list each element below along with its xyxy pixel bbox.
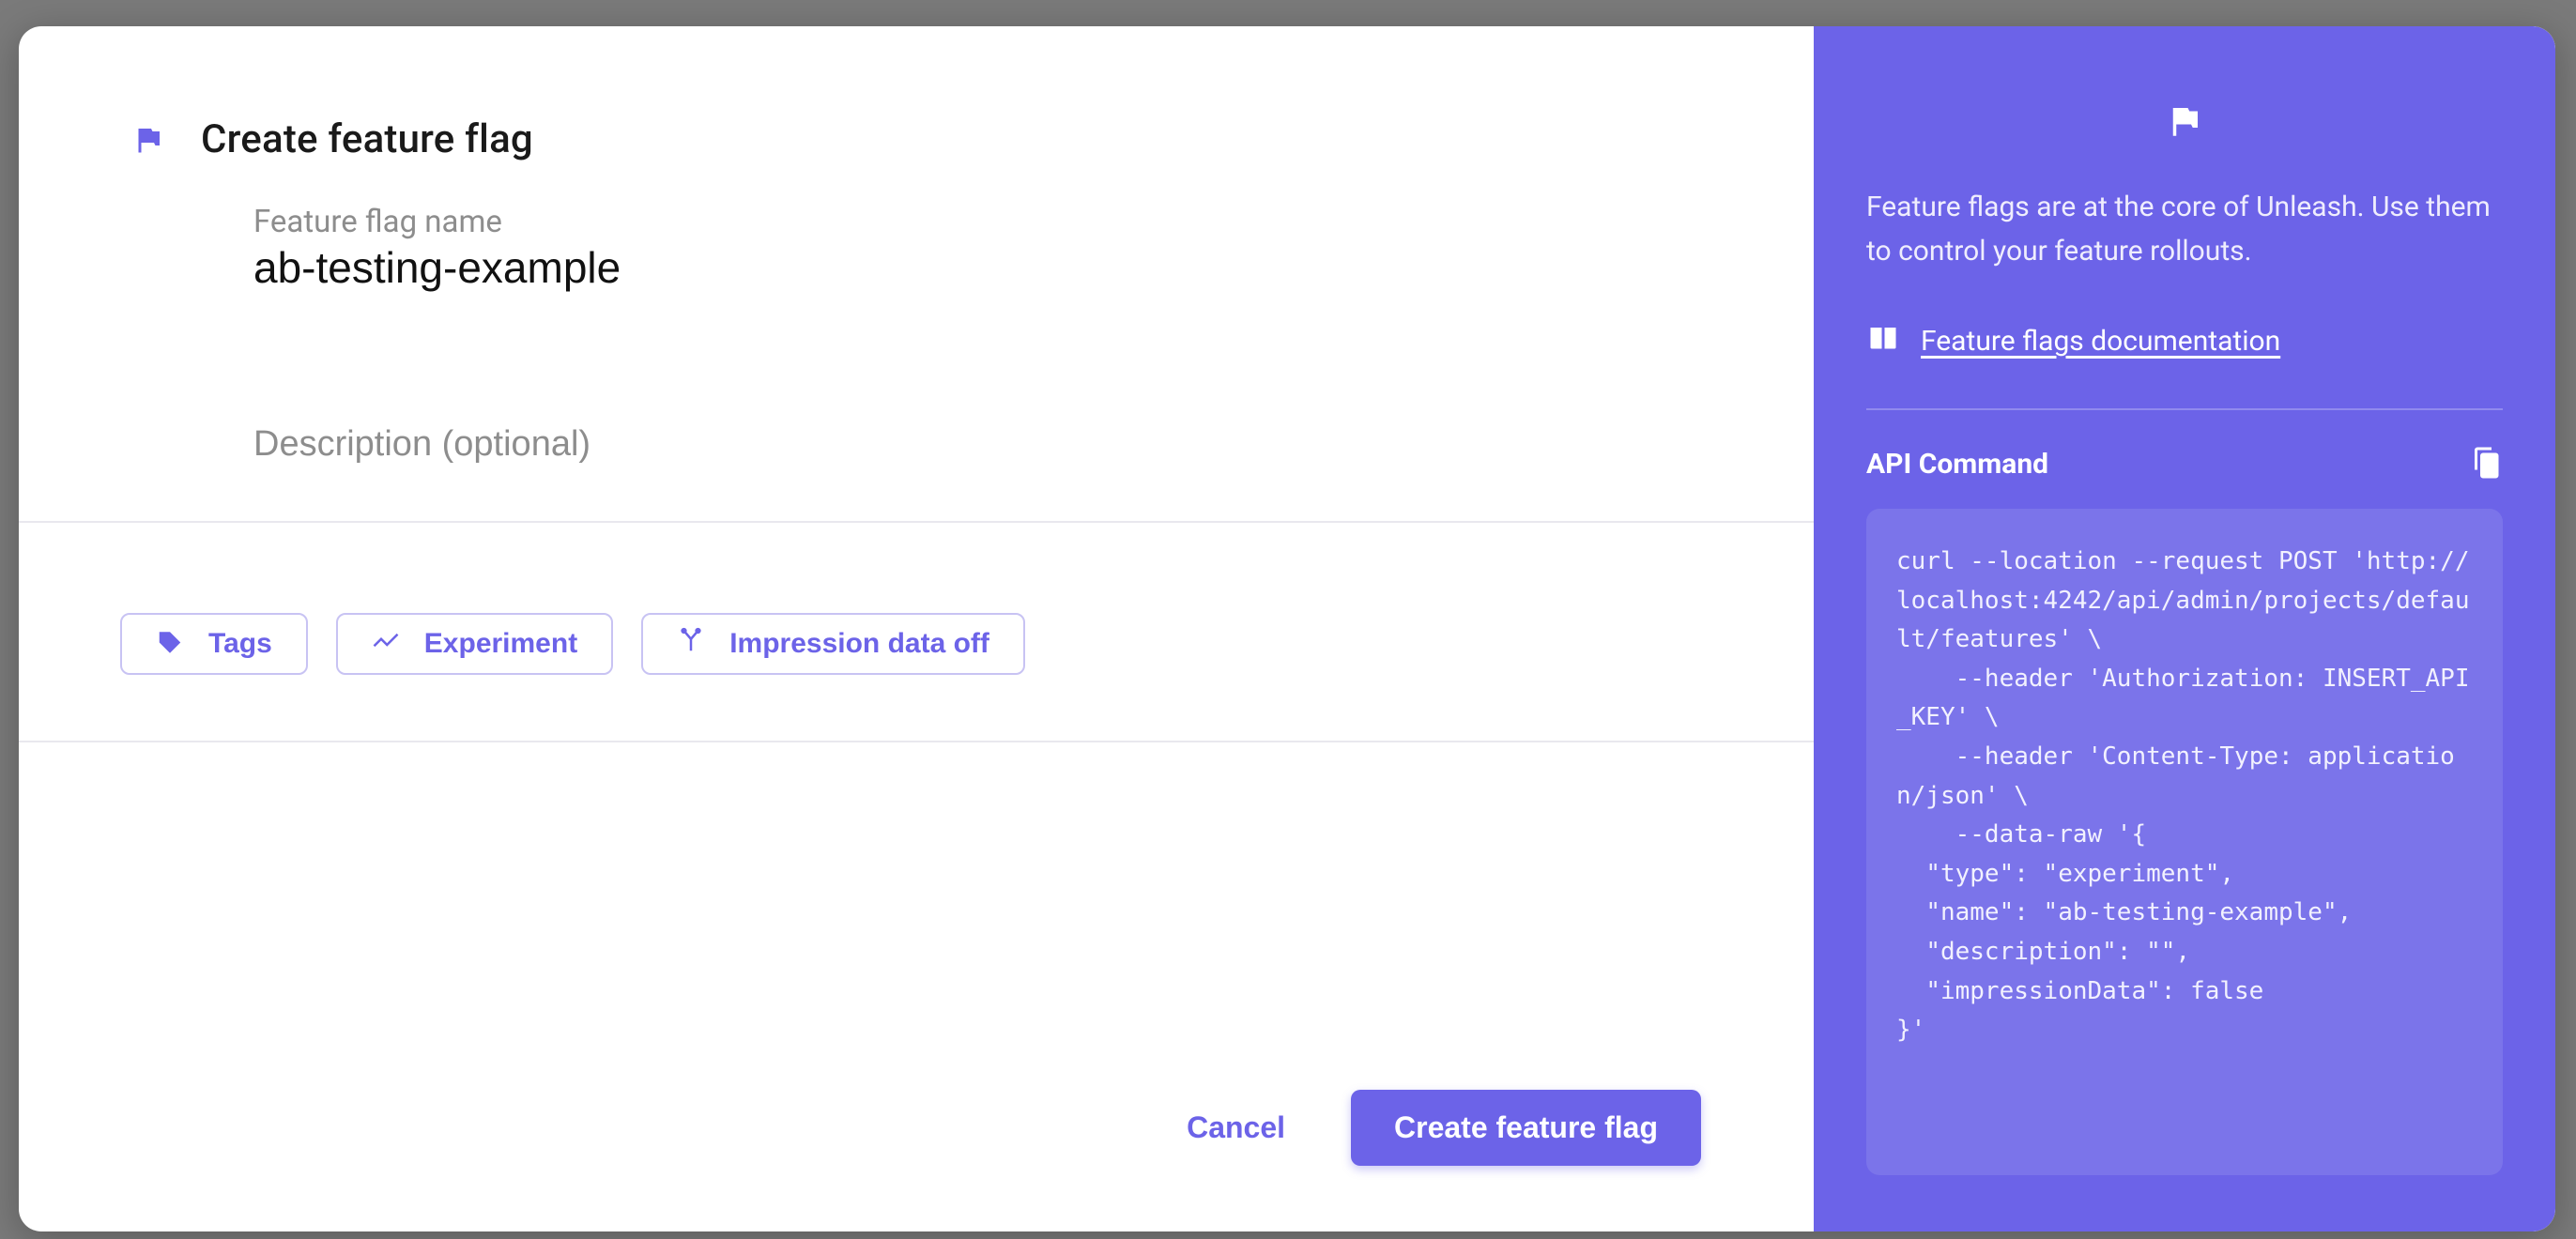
copy-api-command-button[interactable] <box>2469 446 2503 482</box>
doc-link-row: Feature flags documentation <box>1866 322 2503 359</box>
create-feature-flag-button[interactable]: Create feature flag <box>1351 1090 1701 1166</box>
type-chip[interactable]: Experiment <box>336 613 613 675</box>
feature-flag-name-input[interactable] <box>253 242 1701 293</box>
create-feature-flag-modal: Create feature flag Feature flag name Ta… <box>19 26 2555 1231</box>
tags-chip-label: Tags <box>208 628 272 660</box>
api-command-title: API Command <box>1866 448 2048 481</box>
name-field-label: Feature flag name <box>253 204 1701 240</box>
options-row: Tags Experiment Impression data <box>19 523 1814 741</box>
cancel-button[interactable]: Cancel <box>1187 1110 1285 1145</box>
type-chip-label: Experiment <box>424 628 577 660</box>
info-sidebar: Feature flags are at the core of Unleash… <box>1814 26 2555 1231</box>
tags-chip[interactable]: Tags <box>120 613 308 675</box>
api-command-code[interactable]: curl --location --request POST 'http://l… <box>1866 509 2503 1175</box>
experiment-icon <box>372 626 400 662</box>
sidebar-intro-text: Feature flags are at the core of Unleash… <box>1866 186 2503 273</box>
sidebar-divider <box>1866 408 2503 410</box>
description-input[interactable] <box>253 424 1701 465</box>
impression-data-chip[interactable]: Impression data off <box>641 613 1025 675</box>
modal-main: Create feature flag Feature flag name Ta… <box>19 26 1814 1231</box>
form-area: Feature flag name <box>19 181 1814 521</box>
tag-icon <box>156 626 184 662</box>
modal-footer: Cancel Create feature flag <box>19 1024 1814 1231</box>
book-icon <box>1866 322 1900 359</box>
modal-header: Create feature flag <box>19 26 1814 181</box>
split-icon <box>677 626 705 662</box>
copy-icon <box>2469 468 2503 482</box>
documentation-link[interactable]: Feature flags documentation <box>1921 325 2280 358</box>
impression-chip-label: Impression data off <box>729 628 989 660</box>
flag-icon <box>131 123 165 157</box>
flag-icon <box>2165 101 2204 145</box>
modal-title: Create feature flag <box>201 116 533 162</box>
api-command-header: API Command <box>1866 446 2503 482</box>
